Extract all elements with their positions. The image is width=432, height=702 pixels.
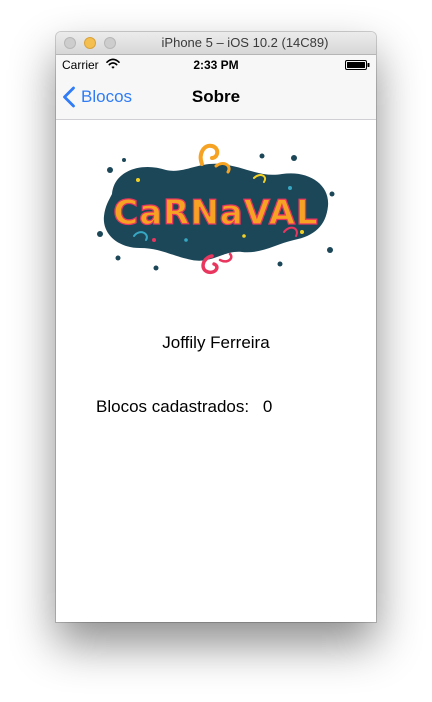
minimize-window-button[interactable] [84,37,96,49]
about-content: CaRNaVAL Joffily Ferreira Blocos cadastr… [56,120,376,622]
simulator-window: iPhone 5 – iOS 10.2 (14C89) Carrier 2:33… [56,32,376,622]
blocks-count-label: Blocos cadastrados: [96,397,250,416]
device-screen: Carrier 2:33 PM Blocos Sobre CaRNaVAL Jo… [56,55,376,622]
status-bar: Carrier 2:33 PM [56,55,376,75]
simulator-titlebar: iPhone 5 – iOS 10.2 (14C89) [56,32,376,55]
back-button-label: Blocos [81,87,133,106]
zoom-window-button[interactable] [104,37,116,49]
back-button[interactable]: Blocos [62,75,132,119]
status-time: 2:33 PM [193,58,239,72]
logo-text: CaRNaVAL [113,193,318,233]
author-name: Joffily Ferreira [162,333,270,352]
simulator-title: iPhone 5 – iOS 10.2 (14C89) [161,35,329,50]
navigation-bar: Blocos Sobre [56,75,376,120]
close-window-button[interactable] [64,37,76,49]
blocks-count-row: Blocos cadastrados: 0 [96,397,272,417]
chevron-left-icon [63,86,75,108]
blocks-count-value: 0 [262,397,273,416]
carnaval-logo: CaRNaVAL [97,143,335,275]
battery-icon [345,60,370,70]
